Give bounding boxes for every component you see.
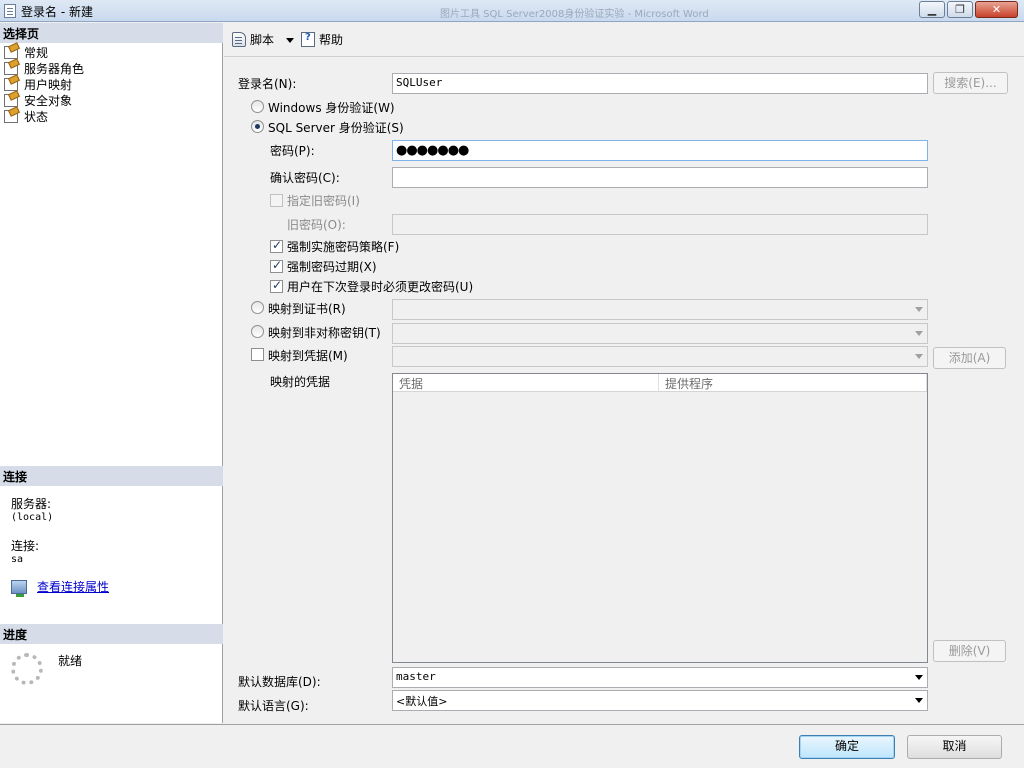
connection-properties-icon [11, 579, 27, 597]
map-credential-checkbox[interactable] [251, 348, 264, 361]
enforce-expiration-checkbox[interactable] [270, 258, 283, 273]
page-icon [4, 77, 18, 91]
close-icon: ✕ [991, 3, 1002, 16]
search-button[interactable]: 搜索(E)... [933, 72, 1008, 94]
view-connection-properties-link[interactable]: 查看连接属性 [37, 578, 109, 595]
login-name-input[interactable]: SQLUser [392, 73, 928, 94]
must-change-checkbox[interactable] [270, 278, 283, 293]
map-certificate-label[interactable]: 映射到证书(R) [268, 300, 346, 317]
credential-select[interactable] [392, 346, 928, 367]
maximize-button[interactable]: ❐ [947, 1, 973, 18]
grid-column-credential[interactable]: 凭据 [393, 374, 659, 391]
restore-icon: ❐ [955, 3, 965, 16]
chevron-down-icon [286, 38, 294, 43]
windows-auth-radio[interactable] [251, 100, 264, 113]
progress-header: 进度 [0, 624, 223, 644]
asymmetric-key-select[interactable] [392, 323, 928, 344]
server-label: 服务器: [11, 497, 52, 511]
enforce-policy-label[interactable]: 强制实施密码策略(F) [287, 238, 399, 255]
mapped-credentials-label: 映射的凭据 [270, 375, 331, 389]
default-language-select[interactable]: <默认值> [392, 690, 928, 711]
password-input[interactable]: ●●●●●●● [392, 140, 928, 161]
progress-spinner-icon [11, 653, 43, 685]
mapped-credentials-grid[interactable]: 凭据 提供程序 [392, 373, 928, 663]
chevron-down-icon [915, 698, 923, 703]
default-database-label: 默认数据库(D): [238, 675, 321, 689]
minimize-button[interactable]: ▁ [919, 1, 945, 18]
confirm-password-label: 确认密码(C): [270, 171, 340, 185]
must-change-label[interactable]: 用户在下次登录时必须更改密码(U) [287, 278, 473, 295]
script-icon [232, 32, 246, 47]
sql-auth-radio[interactable] [251, 120, 264, 133]
connection-value: sa [11, 554, 24, 565]
page-icon [4, 109, 18, 123]
cancel-button[interactable]: 取消 [907, 735, 1002, 759]
connection-info: 连接: sa [11, 537, 39, 565]
enforce-policy-checkbox[interactable] [270, 238, 283, 253]
server-info: 服务器: (local) [11, 495, 53, 523]
map-credential-label[interactable]: 映射到凭据(M) [268, 347, 348, 364]
chevron-down-icon [915, 675, 923, 680]
grid-column-provider[interactable]: 提供程序 [659, 374, 927, 391]
connection-label: 连接: [11, 539, 40, 553]
sql-auth-label[interactable]: SQL Server 身份验证(S) [268, 119, 404, 136]
certificate-select[interactable] [392, 299, 928, 320]
windows-auth-label[interactable]: Windows 身份验证(W) [268, 99, 395, 116]
connection-header: 连接 [0, 466, 223, 486]
chevron-down-icon [915, 354, 923, 359]
confirm-password-input[interactable] [392, 167, 928, 188]
login-name-label: 登录名(N): [238, 77, 297, 91]
chevron-down-icon [915, 307, 923, 312]
background-window-title: 图片工具 SQL Server2008身份验证实验 - Microsoft Wo… [440, 9, 709, 20]
window-title: 登录名 - 新建 [21, 5, 93, 19]
chevron-down-icon [915, 331, 923, 336]
page-list: 常规 服务器角色 用户映射 安全对象 状态 [4, 44, 84, 124]
progress-status: 就绪 [58, 654, 83, 668]
document-icon [4, 4, 16, 18]
toolbar: 脚本 帮助 [224, 23, 1024, 57]
remove-credential-button[interactable]: 删除(V) [933, 640, 1006, 662]
enforce-expiration-label[interactable]: 强制密码过期(X) [287, 258, 377, 275]
map-asymmetric-key-radio[interactable] [251, 325, 264, 338]
view-connection-properties[interactable]: 查看连接属性 [11, 578, 109, 597]
add-credential-button[interactable]: 添加(A) [933, 347, 1006, 369]
general-page: 登录名(N): SQLUser 搜索(E)... Windows 身份验证(W)… [224, 58, 1024, 724]
server-value: (local) [11, 512, 54, 523]
help-icon [301, 32, 315, 47]
grid-header: 凭据 提供程序 [393, 374, 927, 392]
minimize-icon: ▁ [927, 3, 937, 16]
script-button[interactable]: 脚本 [232, 31, 274, 48]
script-dropdown-button[interactable] [286, 38, 294, 43]
password-label: 密码(P): [270, 144, 315, 158]
page-icon [4, 93, 18, 107]
map-asymmetric-key-label[interactable]: 映射到非对称密钥(T) [268, 324, 381, 341]
dialog-footer: 确定 取消 [0, 724, 1024, 768]
page-icon [4, 61, 18, 75]
close-button[interactable]: ✕ [975, 1, 1018, 18]
help-button[interactable]: 帮助 [301, 31, 343, 48]
old-password-input[interactable] [392, 214, 928, 235]
page-icon [4, 45, 18, 59]
default-language-label: 默认语言(G): [238, 699, 309, 713]
default-database-select[interactable]: master [392, 667, 928, 688]
specify-old-password-checkbox[interactable] [270, 194, 283, 207]
ok-button[interactable]: 确定 [799, 735, 895, 759]
map-certificate-radio[interactable] [251, 301, 264, 314]
select-page-header: 选择页 [0, 23, 223, 43]
left-panel: 选择页 常规 服务器角色 用户映射 安全对象 状态 连接 服务器: (local… [0, 23, 223, 723]
page-item-status[interactable]: 状态 [4, 108, 84, 124]
specify-old-password-label[interactable]: 指定旧密码(I) [287, 192, 360, 209]
title-bar: 登录名 - 新建 图片工具 SQL Server2008身份验证实验 - Mic… [0, 0, 1024, 22]
old-password-label: 旧密码(O): [287, 218, 346, 232]
